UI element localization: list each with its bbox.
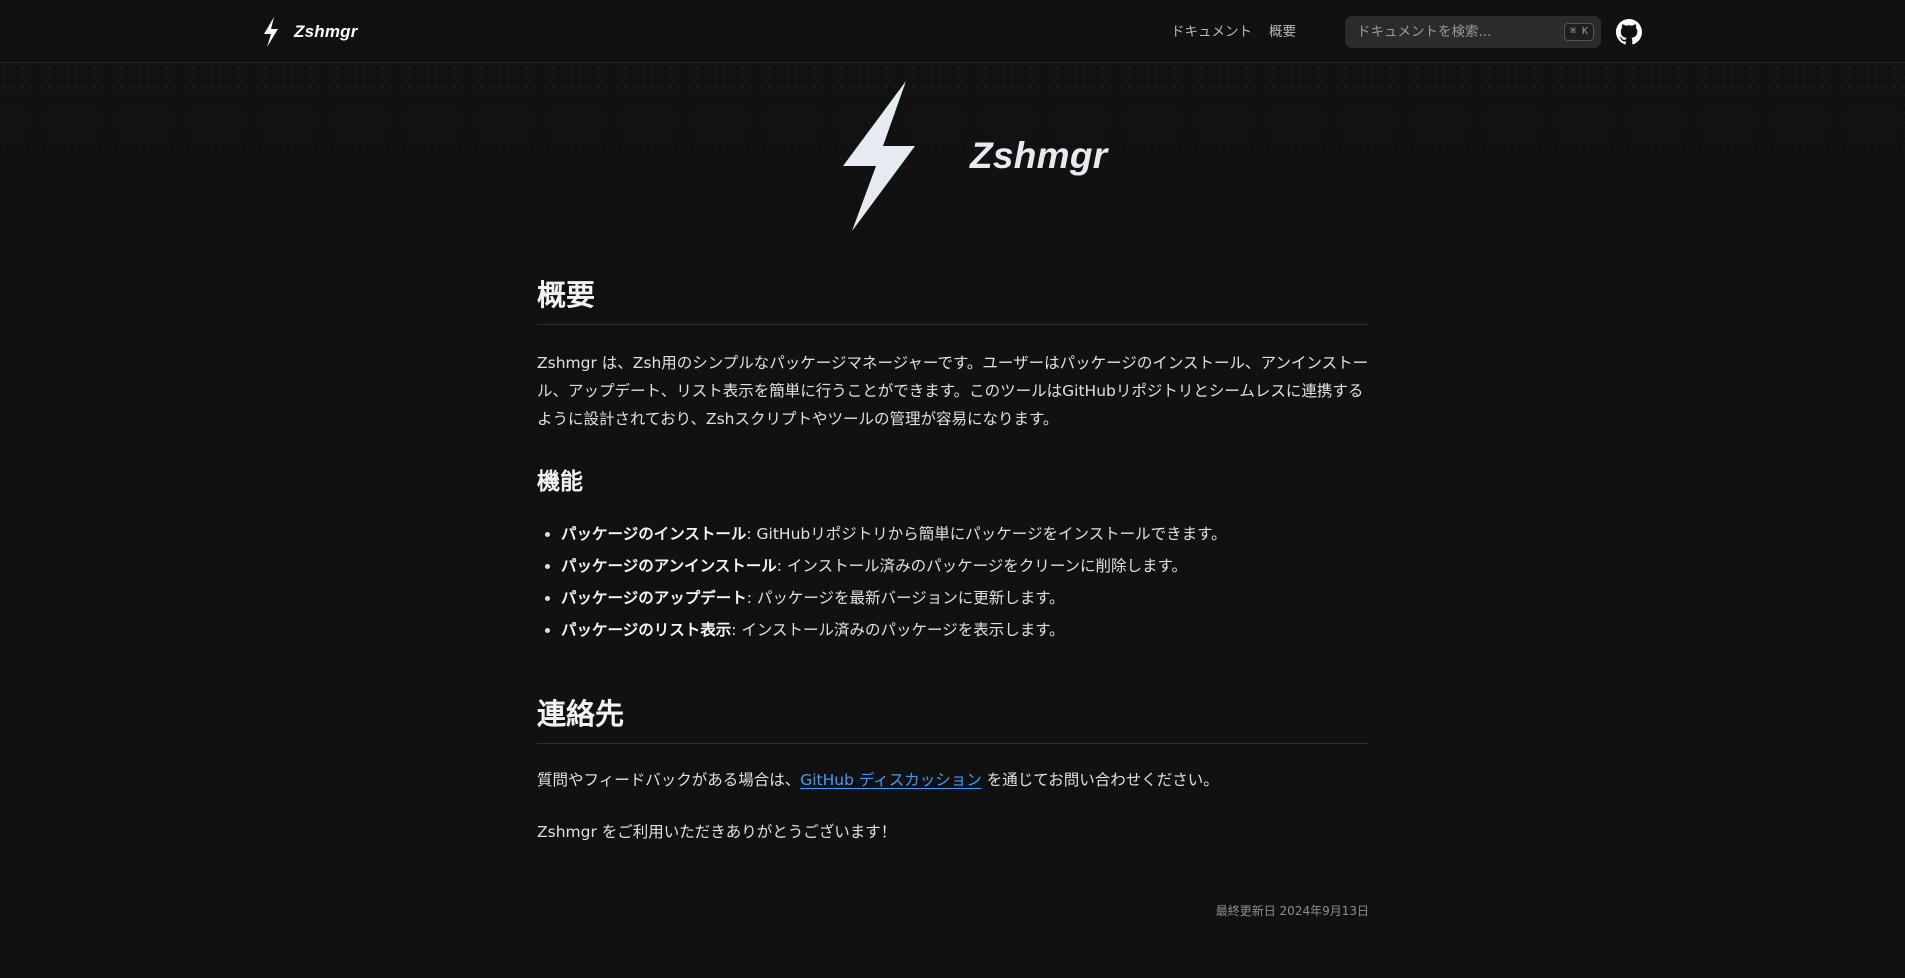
list-item: パッケージのアンインストール: インストール済みのパッケージをクリーンに削除しま… bbox=[561, 550, 1369, 582]
contact-suffix: を通じてお問い合わせください。 bbox=[981, 771, 1219, 789]
last-updated: 最終更新日 2024年9月13日 bbox=[1215, 904, 1369, 918]
feature-text-install: : GitHubリポジトリから簡単にパッケージをインストールできます。 bbox=[746, 525, 1227, 543]
hero-dot-pattern bbox=[0, 64, 1905, 214]
feature-text-uninstall: : インストール済みのパッケージをクリーンに削除します。 bbox=[776, 557, 1187, 575]
list-item: パッケージのインストール: GitHubリポジトリから簡単にパッケージをインスト… bbox=[561, 518, 1369, 550]
feature-text-update: : パッケージを最新バージョンに更新します。 bbox=[746, 589, 1065, 607]
hero-title: Zshmgr bbox=[970, 135, 1108, 176]
features-list: パッケージのインストール: GitHubリポジトリから簡単にパッケージをインスト… bbox=[537, 518, 1369, 646]
list-item: パッケージのリスト表示: インストール済みのパッケージを表示します。 bbox=[561, 614, 1369, 646]
contact-paragraph: 質問やフィードバックがある場合は、GitHub ディスカッション を通じてお問い… bbox=[537, 766, 1369, 794]
feature-title-uninstall: パッケージのアンインストール bbox=[561, 557, 777, 575]
overview-heading: 概要 bbox=[537, 268, 1369, 325]
lightning-bolt-icon bbox=[264, 17, 278, 47]
nav-link-overview[interactable]: 概要 bbox=[1269, 20, 1296, 44]
search-shortcut-badge: ⌘ K bbox=[1563, 23, 1594, 41]
nav-link-docs[interactable]: ドキュメント bbox=[1171, 20, 1252, 44]
main-content: 概要 Zshmgr は、Zsh用のシンプルなパッケージマネージャーです。ユーザー… bbox=[537, 268, 1369, 919]
feature-title-update: パッケージのアップデート bbox=[561, 589, 747, 607]
feature-title-list: パッケージのリスト表示 bbox=[561, 621, 732, 639]
contact-prefix: 質問やフィードバックがある場合は、 bbox=[537, 771, 801, 789]
thanks-message: Zshmgr をご利用いただきありがとうございます！ bbox=[537, 823, 897, 841]
search-box[interactable]: ⌘ K bbox=[1345, 16, 1601, 48]
list-item: パッケージのアップデート: パッケージを最新バージョンに更新します。 bbox=[561, 582, 1369, 614]
github-discussions-link[interactable]: GitHub ディスカッション bbox=[800, 771, 982, 789]
feature-title-install: パッケージのインストール bbox=[561, 525, 747, 543]
brand-home-link[interactable]: Zshmgr bbox=[262, 16, 358, 48]
features-heading: 機能 bbox=[537, 469, 583, 495]
overview-paragraph: Zshmgr は、Zsh用のシンプルなパッケージマネージャーです。ユーザーはパッ… bbox=[537, 354, 1369, 428]
feature-text-list: : インストール済みのパッケージを表示します。 bbox=[731, 621, 1065, 639]
contact-heading: 連絡先 bbox=[537, 687, 1369, 744]
search-input[interactable] bbox=[1357, 24, 1564, 40]
github-icon bbox=[1616, 19, 1642, 45]
hero-lightning-bolt-icon bbox=[843, 81, 915, 231]
brand-name: Zshmgr bbox=[294, 22, 358, 41]
top-navbar: Zshmgr ドキュメント 概要 ⌘ K bbox=[0, 0, 1905, 63]
nav-links: ドキュメント 概要 bbox=[1171, 20, 1296, 44]
